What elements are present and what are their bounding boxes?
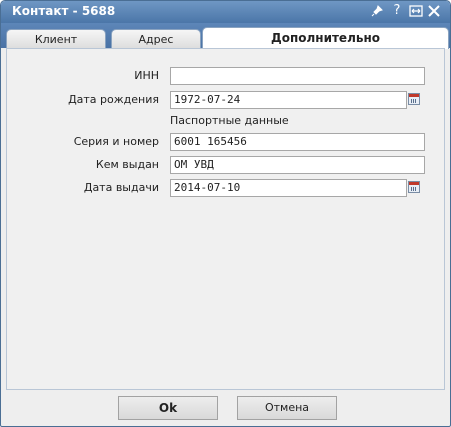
tab-additional[interactable]: Дополнительно: [202, 27, 449, 49]
issue-date-label: Дата выдачи: [83, 181, 159, 194]
issued-by-row: Кем выдан ОМ УВД: [7, 156, 444, 174]
title-bar-icons: ?: [371, 3, 442, 19]
inn-row: ИНН: [7, 67, 444, 85]
birth-date-field[interactable]: 1972-07-24: [170, 91, 407, 109]
issue-date-row: Дата выдачи 2014-07-10: [7, 179, 444, 197]
tab-address[interactable]: Адрес: [111, 29, 201, 49]
inn-field[interactable]: [170, 67, 425, 85]
inn-label: ИНН: [134, 69, 159, 82]
series-number-label: Серия и номер: [73, 135, 159, 148]
issued-by-label: Кем выдан: [95, 158, 159, 171]
passport-heading: Паспортные данные: [170, 114, 289, 127]
additional-panel: ИНН Дата рождения 1972-07-24 Паспортные …: [6, 48, 445, 390]
pin-icon[interactable]: [371, 5, 385, 17]
calendar-icon[interactable]: [408, 181, 420, 193]
close-icon[interactable]: [428, 5, 442, 17]
help-icon[interactable]: ?: [390, 3, 404, 19]
tab-client[interactable]: Клиент: [6, 29, 106, 49]
tab-strip: Клиент Адрес Дополнительно: [1, 23, 450, 49]
series-number-row: Серия и номер 6001 165456: [7, 133, 444, 151]
contact-dialog: Контакт - 5688 ? Клиент Адрес Дополнител…: [0, 0, 451, 427]
window-title: Контакт - 5688: [12, 4, 116, 18]
birth-date-label: Дата рождения: [68, 93, 159, 106]
calendar-icon[interactable]: [408, 93, 420, 105]
cancel-button[interactable]: Отмена: [237, 396, 337, 420]
series-number-field[interactable]: 6001 165456: [170, 133, 425, 151]
issue-date-field[interactable]: 2014-07-10: [170, 179, 407, 197]
ok-button[interactable]: Ok: [118, 396, 218, 420]
resize-icon[interactable]: [409, 5, 423, 17]
birth-date-row: Дата рождения 1972-07-24: [7, 91, 444, 109]
passport-heading-row: Паспортные данные: [7, 112, 444, 130]
title-bar[interactable]: Контакт - 5688 ?: [1, 1, 450, 23]
issued-by-field[interactable]: ОМ УВД: [170, 156, 425, 174]
